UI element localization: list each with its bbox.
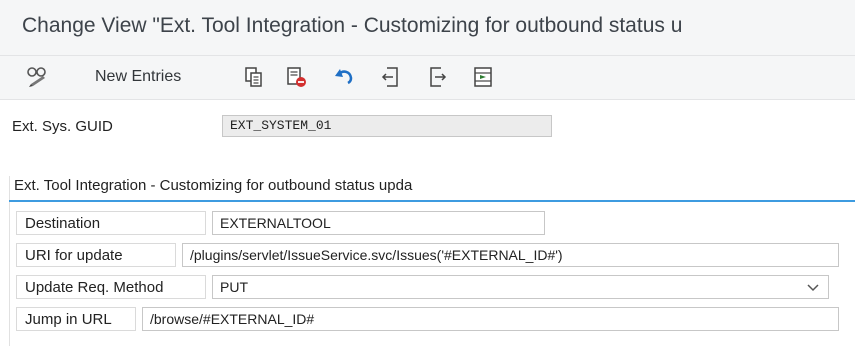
delete-icon[interactable]: [283, 65, 309, 89]
copy-icon[interactable]: [241, 65, 267, 89]
application-toolbar: New Entries: [0, 56, 855, 100]
guid-field[interactable]: EXT_SYSTEM_01: [222, 115, 552, 137]
destination-label: Destination: [25, 215, 101, 232]
method-label-cell: Update Req. Method: [16, 275, 206, 299]
jump-field[interactable]: /browse/#EXTERNAL_ID#: [142, 307, 839, 331]
display-change-icon[interactable]: [25, 65, 51, 89]
uri-label-cell: URI for update: [16, 243, 176, 267]
title-bar: Change View "Ext. Tool Integration - Cus…: [0, 0, 855, 56]
jump-label: Jump in URL: [25, 311, 112, 328]
group-title: Ext. Tool Integration - Customizing for …: [14, 177, 413, 194]
undo-icon[interactable]: [331, 65, 357, 89]
method-select-value: PUT: [220, 279, 248, 295]
guid-label: Ext. Sys. GUID: [12, 118, 113, 135]
select-all-icon[interactable]: [470, 65, 496, 89]
method-label: Update Req. Method: [25, 279, 164, 296]
destination-field[interactable]: EXTERNALTOOL: [212, 211, 545, 235]
method-select[interactable]: PUT: [212, 275, 829, 299]
previous-entry-icon[interactable]: [378, 65, 404, 89]
jump-label-cell: Jump in URL: [16, 307, 136, 331]
next-entry-icon[interactable]: [424, 65, 450, 89]
uri-label: URI for update: [25, 247, 123, 264]
destination-label-cell: Destination: [16, 211, 206, 235]
uri-field[interactable]: /plugins/servlet/IssueService.svc/Issues…: [182, 243, 839, 267]
page-title: Change View "Ext. Tool Integration - Cus…: [22, 14, 683, 37]
chevron-down-icon[interactable]: [806, 280, 820, 294]
group-title-underline: [9, 200, 855, 202]
new-entries-button[interactable]: New Entries: [95, 68, 181, 86]
